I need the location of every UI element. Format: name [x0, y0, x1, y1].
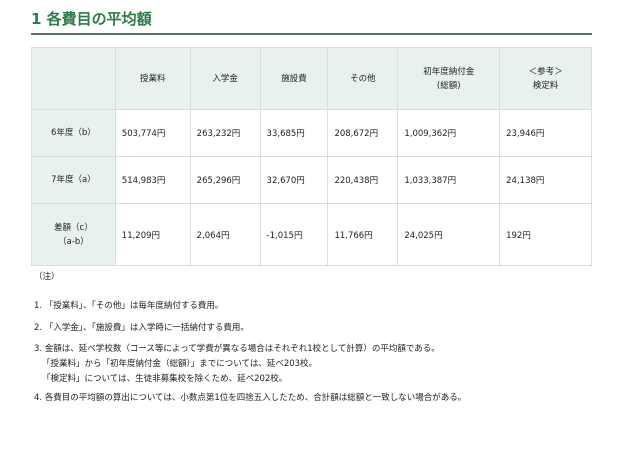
- notes-heading: （注）: [34, 272, 60, 282]
- fee-table: 授業料 入学金 施設費 その他 初年度納付金 (総額) ＜参考＞ 検定料 6年度（b…: [31, 47, 592, 266]
- header-admission: 入学金: [189, 47, 261, 110]
- table-row: 6年度（b） 503,774円 263,232円 33,685円 208,672…: [31, 109, 592, 157]
- row-label-text: （a-b）: [58, 236, 89, 247]
- table-cell: 11,209円: [114, 203, 191, 266]
- header-tuition: 授業料: [114, 47, 191, 110]
- header-row: 授業料 入学金 施設費 その他 初年度納付金 (総額) ＜参考＞ 検定料: [31, 47, 592, 110]
- title-divider: [31, 33, 592, 35]
- note-item: 3. 金額は、延べ学校数（コース等によって学費が異なる場合はそれぞれ1校として計…: [34, 344, 440, 354]
- header-text: 検定料: [532, 80, 559, 91]
- table-cell: 192円: [499, 203, 592, 266]
- note-item: 1. 「授業料」、「その他」は毎年度納付する費用。: [34, 301, 224, 311]
- row-label: 7年度（a）: [31, 156, 116, 204]
- table-cell: 24,025円: [397, 203, 501, 266]
- row-label: 差額（c） （a-b）: [31, 203, 116, 266]
- note-item: 「検定料」については、生徒非募集校を除くため、延べ202校。: [42, 374, 288, 384]
- table-cell: 208,672円: [327, 109, 399, 157]
- note-item: 「授業料」から「初年度納付金（総額）」までについては、延べ203校。: [42, 359, 318, 369]
- table-cell: 514,983円: [114, 156, 191, 204]
- page-title: 1 各費目の平均額: [31, 10, 152, 28]
- table-cell: 33,685円: [259, 109, 329, 157]
- table-cell: 11,766円: [327, 203, 399, 266]
- header-facility: 施設費: [259, 47, 329, 110]
- header-other: その他: [327, 47, 399, 110]
- table-cell: 1,009,362円: [397, 109, 501, 157]
- note-item: 2. 「入学金」、「施設費」は入学時に一括納付する費用。: [34, 323, 249, 333]
- table-row: 7年度（a） 514,983円 265,296円 32,670円 220,438…: [31, 156, 592, 204]
- table-cell: 220,438円: [327, 156, 399, 204]
- table-cell: 2,064円: [189, 203, 261, 266]
- header-first-year-total: 初年度納付金 (総額): [397, 47, 501, 110]
- note-item: 4. 各費目の平均額の算出については、小数点第1位を四捨五入したため、合計額は総…: [34, 393, 467, 403]
- table-cell: 32,670円: [259, 156, 329, 204]
- table-cell: 1,033,387円: [397, 156, 501, 204]
- header-text: (総額): [436, 80, 461, 91]
- table-row: 差額（c） （a-b） 11,209円 2,064円 -1,015円 11,766…: [31, 203, 592, 266]
- table-cell: 24,138円: [499, 156, 592, 204]
- header-text: 初年度納付金: [423, 66, 475, 77]
- header-exam-fee: ＜参考＞ 検定料: [499, 47, 592, 110]
- table-cell: -1,015円: [259, 203, 329, 266]
- table-cell: 503,774円: [114, 109, 191, 157]
- header-text: ＜参考＞: [528, 66, 563, 77]
- header-empty: [31, 47, 116, 110]
- table-cell: 263,232円: [189, 109, 261, 157]
- table-cell: 23,946円: [499, 109, 592, 157]
- table-cell: 265,296円: [189, 156, 261, 204]
- row-label-text: 差額（c）: [54, 222, 93, 233]
- row-label: 6年度（b）: [31, 109, 116, 157]
